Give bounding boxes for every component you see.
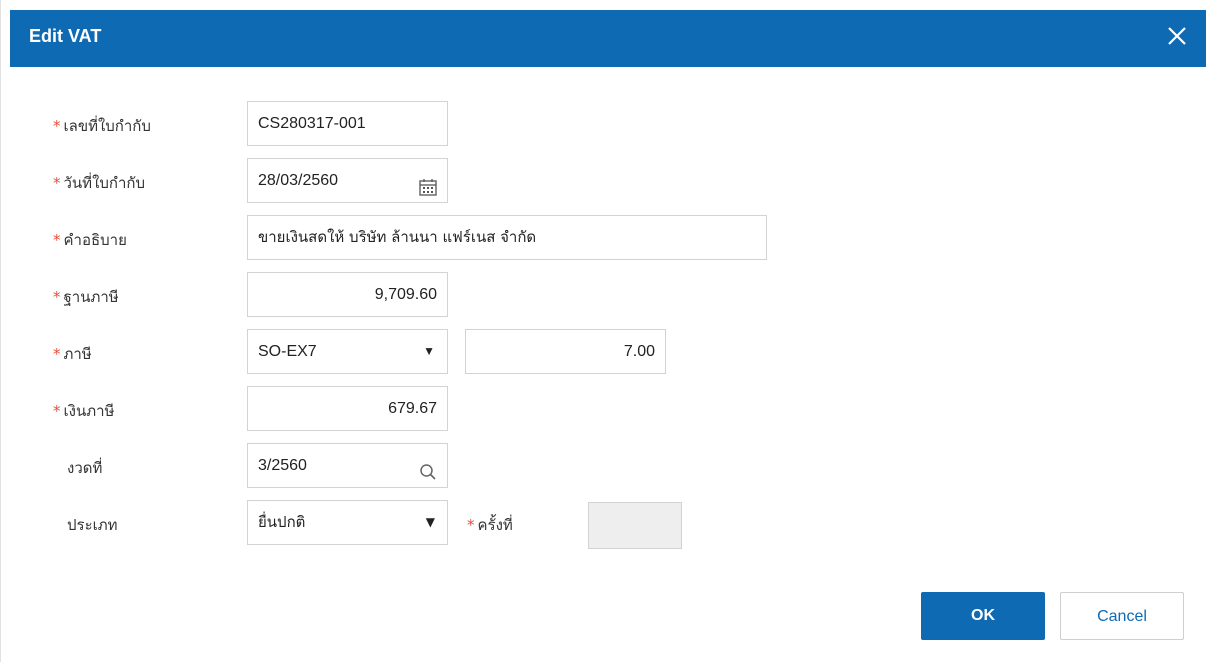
required-mark: * [53,402,61,420]
tax-base-input[interactable]: 9,709.60 [247,272,448,317]
period-label: งวดที่ [67,459,103,477]
dialog-header: Edit VAT [10,10,1206,67]
tax-amount-label: * เงินภาษี [53,402,115,420]
description-input[interactable]: ขายเงินสดให้ บริษัท ล้านนา แฟร์เนส จำกัด [247,215,767,260]
type-label: ประเภท [67,516,118,534]
period-input[interactable]: 3/2560 [247,443,448,488]
close-icon[interactable] [1163,22,1191,50]
required-mark: * [53,174,61,192]
doc-no-input[interactable]: CS280317-001 [247,101,448,146]
dropdown-caret-icon: ▼ [423,344,435,358]
ok-button[interactable]: OK [921,592,1045,640]
required-mark: * [53,231,61,249]
times-label: * ครั้งที่ [467,516,513,534]
required-mark: * [53,117,61,135]
top-gap [1,0,1206,10]
edit-vat-dialog: Edit VAT * เลขที่ใบกำกับ CS280317-001 * วั… [0,0,1206,662]
tax-label: * ภาษี [53,345,92,363]
times-input[interactable] [588,502,682,549]
calendar-icon[interactable] [418,171,438,196]
cancel-button[interactable]: Cancel [1060,592,1184,640]
tax-rate-input[interactable]: 7.00 [465,329,666,374]
description-label: * คำอธิบาย [53,231,127,249]
required-mark: * [53,288,61,306]
tax-base-label: * ฐานภาษี [53,288,119,306]
tax-select[interactable]: SO-EX7 ▼ [247,329,448,374]
doc-date-label: * วันที่ใบกำกับ [53,174,146,192]
required-mark: * [467,516,475,534]
required-mark: * [53,345,61,363]
doc-no-label: * เลขที่ใบกำกับ [53,117,151,135]
dropdown-caret-icon: ▼ [425,515,435,529]
tax-amount-input[interactable]: 679.67 [247,386,448,431]
search-icon[interactable] [418,456,438,480]
dialog-title: Edit VAT [29,26,102,46]
doc-date-input[interactable]: 28/03/2560 [247,158,448,203]
type-select[interactable]: ยื่นปกติ ▼ [247,500,448,545]
